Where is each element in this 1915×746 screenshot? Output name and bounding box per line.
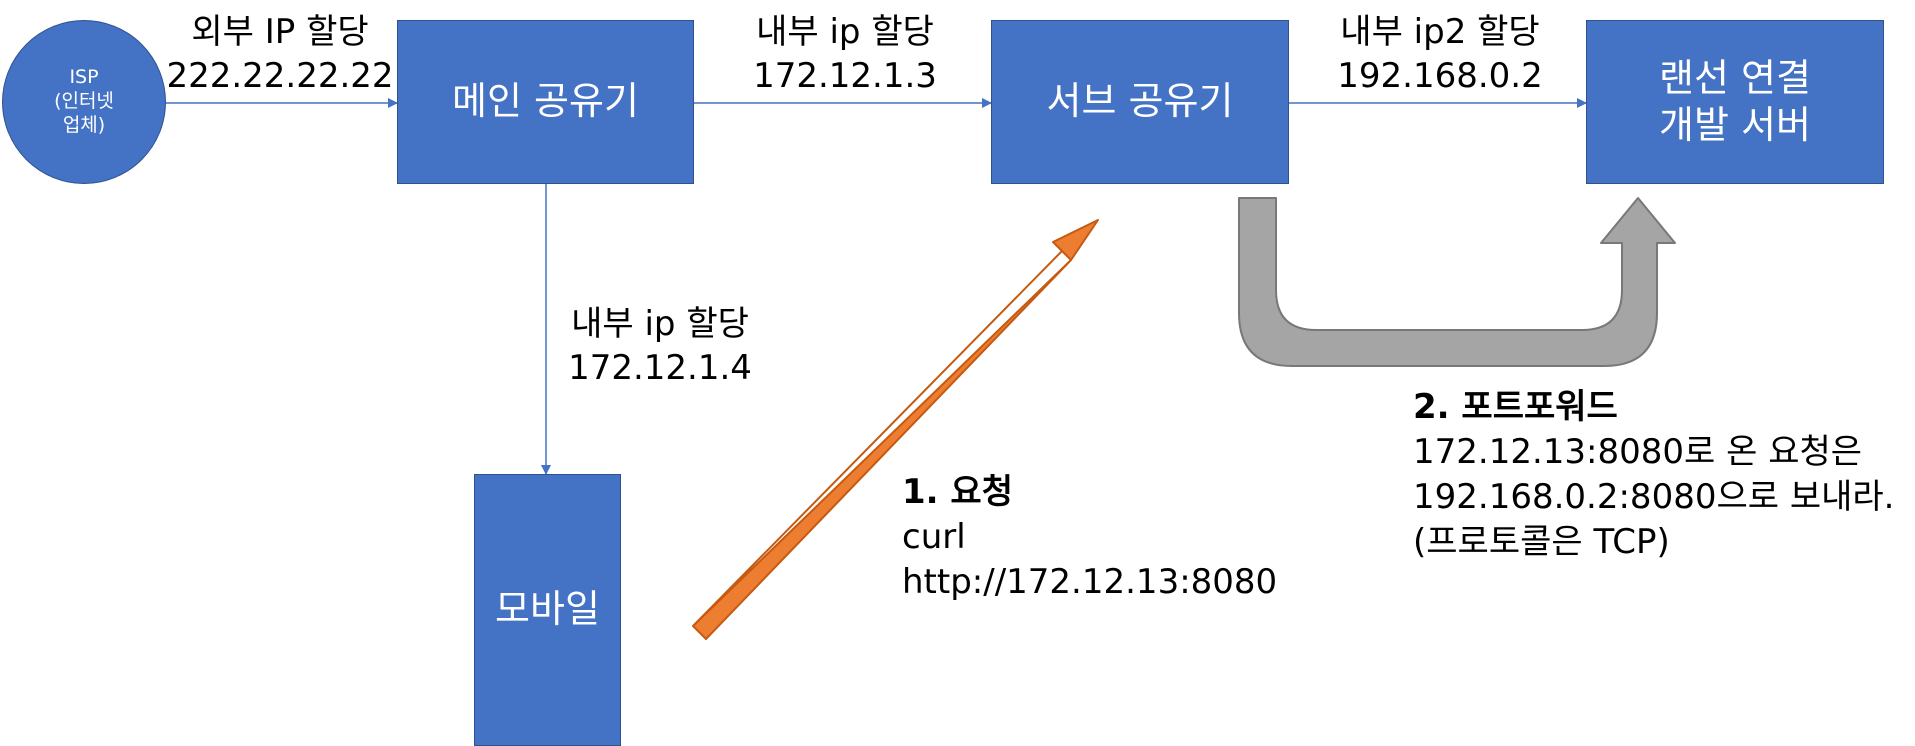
isp-node: ISP (인터넷 업체) bbox=[2, 20, 166, 184]
mobile-node: 모바일 bbox=[474, 474, 621, 746]
edge-label-isp-to-main: 외부 IP 할당 222.22.22.22 bbox=[160, 10, 400, 98]
edge-label-sub-to-server-line-2: 192.168.0.2 bbox=[1337, 56, 1543, 97]
isp-node-line-1: ISP bbox=[69, 66, 99, 89]
edge-label-sub-to-server: 내부 ip2 할당 192.168.0.2 bbox=[1310, 10, 1570, 98]
edge-label-main-to-mobile-line-1: 내부 ip 할당 bbox=[571, 304, 749, 344]
dev-server-node: 랜선 연결 개발 서버 bbox=[1586, 20, 1884, 184]
edge-label-isp-to-main-line-2: 222.22.22.22 bbox=[166, 56, 394, 97]
main-router-node: 메인 공유기 bbox=[397, 20, 694, 184]
port-forward-note-line-2: 192.168.0.2:8080으로 보내라. bbox=[1413, 476, 1895, 517]
port-forward-note-line-1: 172.12.13:8080로 온 요청은 bbox=[1413, 431, 1863, 472]
request-note-line-2: http://172.12.13:8080 bbox=[902, 561, 1278, 602]
network-diagram: ISP (인터넷 업체) 메인 공유기 서브 공유기 랜선 연결 개발 서버 모… bbox=[0, 0, 1915, 746]
edge-label-main-to-sub: 내부 ip 할당 172.12.1.3 bbox=[720, 10, 970, 98]
sub-router-label: 서브 공유기 bbox=[1046, 79, 1234, 124]
edge-label-main-to-mobile-line-2: 172.12.1.4 bbox=[568, 348, 752, 389]
port-forward-note-line-3: (프로토콜은 TCP) bbox=[1413, 521, 1670, 562]
dev-server-label-line-1: 랜선 연결 bbox=[1659, 55, 1811, 100]
edge-label-sub-to-server-line-1: 내부 ip2 할당 bbox=[1340, 12, 1540, 52]
edge-label-isp-to-main-line-1: 외부 IP 할당 bbox=[191, 12, 369, 52]
edge-label-main-to-mobile: 내부 ip 할당 172.12.1.4 bbox=[540, 302, 780, 390]
edge-label-main-to-sub-line-2: 172.12.1.3 bbox=[753, 56, 937, 97]
request-note-line-1: curl bbox=[902, 516, 966, 557]
port-forward-note-title: 2. 포트포워드 bbox=[1413, 387, 1618, 427]
port-forward-arrow bbox=[1238, 197, 1676, 367]
main-router-label: 메인 공유기 bbox=[452, 79, 639, 124]
mobile-label: 모바일 bbox=[495, 587, 600, 632]
sub-router-node: 서브 공유기 bbox=[991, 20, 1289, 184]
isp-node-line-2: (인터넷 bbox=[54, 90, 114, 113]
request-note-title: 1. 요청 bbox=[902, 472, 1013, 512]
request-note: 1. 요청 curl http://172.12.13:8080 bbox=[902, 470, 1277, 605]
dev-server-label-line-2: 개발 서버 bbox=[1659, 103, 1811, 147]
isp-node-line-3: 업체) bbox=[62, 113, 106, 136]
port-forward-note: 2. 포트포워드 172.12.13:8080로 온 요청은 192.168.0… bbox=[1413, 385, 1894, 565]
edge-label-main-to-sub-line-1: 내부 ip 할당 bbox=[756, 12, 934, 52]
